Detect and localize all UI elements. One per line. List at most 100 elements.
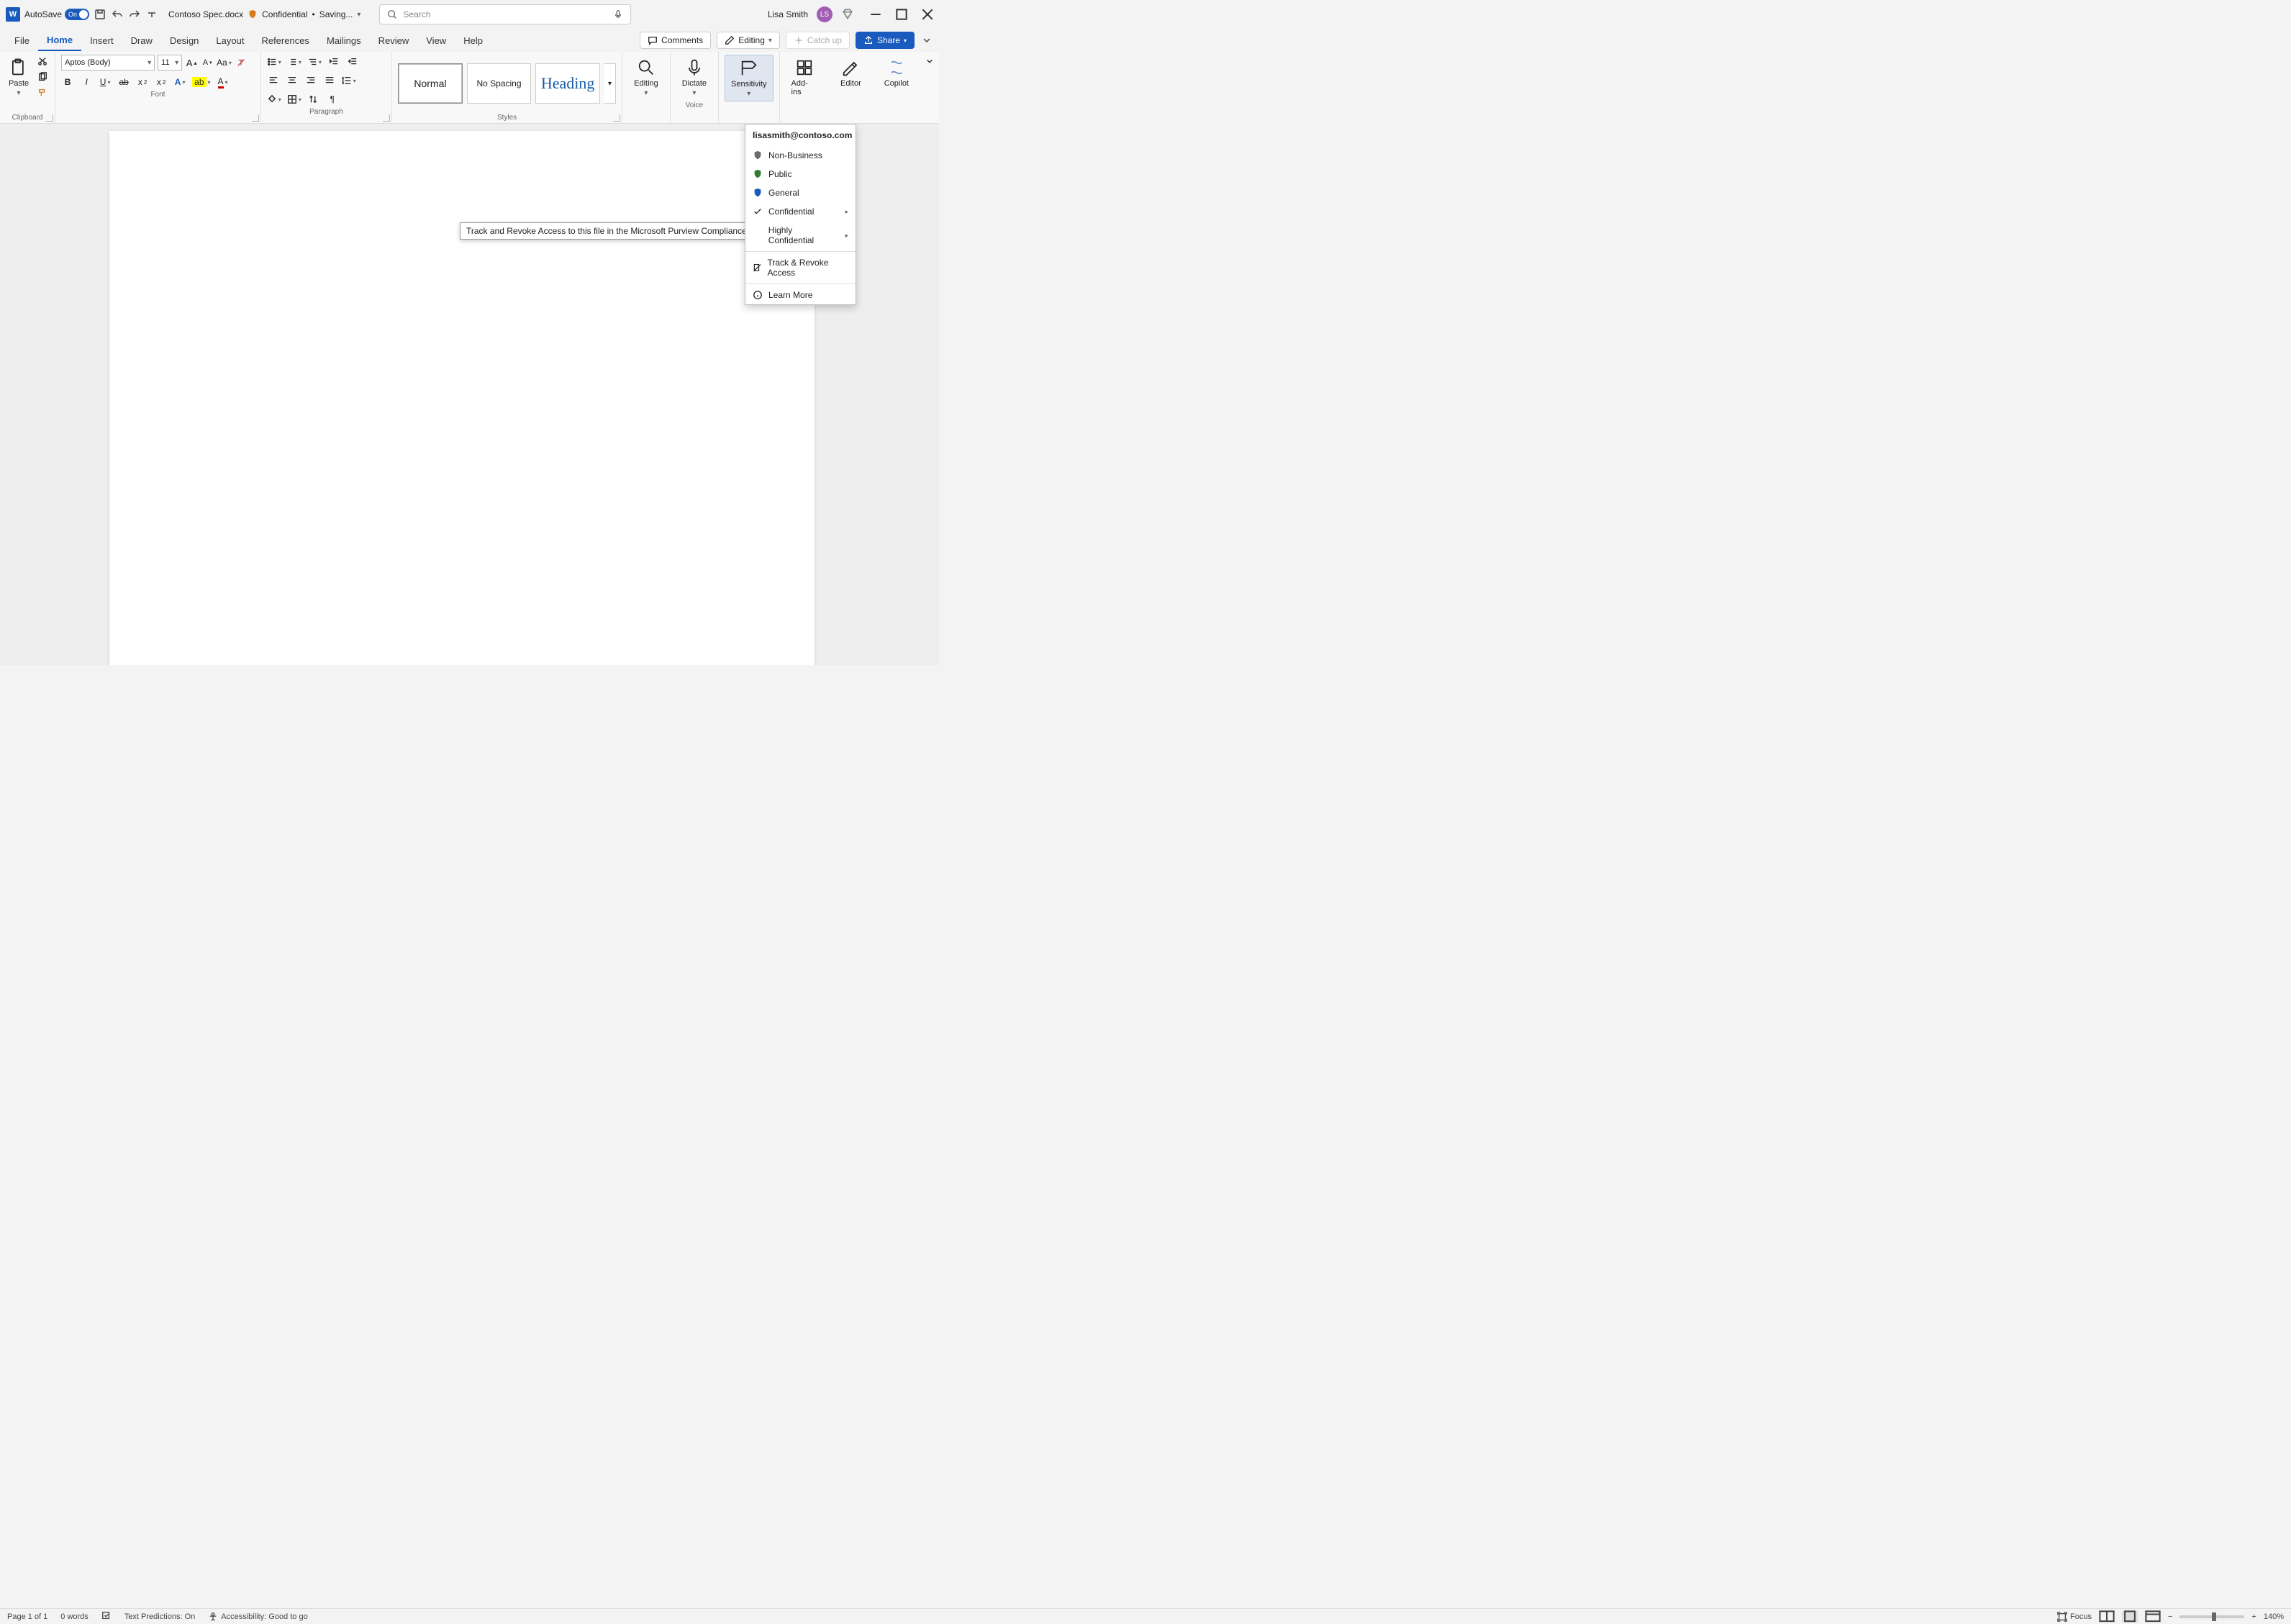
highlight-icon[interactable]: ab▾ [192,75,210,89]
close-button[interactable] [922,9,933,20]
align-left-icon[interactable] [267,73,280,88]
status-spellcheck-icon[interactable] [101,1610,112,1623]
sensitivity-learn-more[interactable]: Learn More [745,286,856,304]
diamond-premium-icon[interactable] [841,8,854,21]
change-case-icon[interactable]: Aa▾ [217,55,232,70]
undo-icon[interactable] [111,8,124,21]
copilot-button[interactable]: Copilot [879,55,915,91]
zoom-thumb[interactable] [2212,1612,2216,1621]
subscript-icon[interactable]: x2 [136,75,149,89]
sensitivity-track-revoke[interactable]: Track & Revoke Access [745,253,856,282]
paste-button[interactable]: Paste ▾ [6,55,32,100]
sensitivity-item-confidential[interactable]: Confidential ▸ [745,202,856,221]
numbering-icon[interactable]: ▾ [287,55,301,69]
status-predictions[interactable]: Text Predictions: On [124,1612,195,1621]
justify-icon[interactable] [323,73,336,88]
ribbon-options-icon[interactable] [920,52,939,123]
align-right-icon[interactable] [304,73,317,88]
zoom-level[interactable]: 140% [2264,1612,2284,1621]
increase-font-icon[interactable]: A▴ [185,55,198,70]
font-color-icon[interactable]: A▾ [217,75,230,89]
italic-icon[interactable]: I [80,75,93,89]
user-avatar[interactable]: LS [817,6,833,22]
ribbon-collapse-icon[interactable] [920,34,933,47]
clear-formatting-icon[interactable] [235,55,248,70]
tab-home[interactable]: Home [38,30,81,51]
chevron-down-icon[interactable]: ▾ [357,11,360,19]
bullets-icon[interactable]: ▾ [267,55,281,69]
dictate-button[interactable]: Dictate ▾ [676,55,712,100]
shading-icon[interactable]: ▾ [267,92,281,106]
save-icon[interactable] [94,8,106,21]
paragraph-launcher[interactable] [383,114,390,122]
decrease-font-icon[interactable]: A▾ [201,55,214,70]
tab-layout[interactable]: Layout [207,31,253,50]
tab-help[interactable]: Help [455,31,491,50]
editor-button[interactable]: Editor [835,55,867,91]
copy-icon[interactable] [36,71,49,83]
microphone-icon[interactable] [613,9,623,19]
line-spacing-icon[interactable]: ▾ [342,73,356,88]
sensitivity-item-non-business[interactable]: Non-Business [745,146,856,165]
zoom-out-icon[interactable]: − [2168,1612,2172,1621]
document-page[interactable] [109,131,815,665]
tab-mailings[interactable]: Mailings [318,31,370,50]
tab-view[interactable]: View [417,31,455,50]
web-layout-icon[interactable] [2145,1611,2161,1623]
sort-icon[interactable] [307,92,320,106]
status-page[interactable]: Page 1 of 1 [7,1612,47,1621]
catch-up-button[interactable]: Catch up [786,32,850,49]
text-effects-icon[interactable]: A▾ [173,75,186,89]
font-launcher[interactable] [252,114,259,122]
focus-mode-button[interactable]: Focus [2057,1612,2092,1622]
autosave-switch[interactable]: On [65,9,89,20]
read-mode-icon[interactable] [2099,1611,2115,1623]
format-painter-icon[interactable] [36,86,49,99]
tab-draw[interactable]: Draw [122,31,161,50]
decrease-indent-icon[interactable] [327,55,340,69]
tab-references[interactable]: References [253,31,317,50]
underline-icon[interactable]: U▾ [99,75,112,89]
tab-design[interactable]: Design [161,31,207,50]
redo-icon[interactable] [128,8,141,21]
sensitivity-item-public[interactable]: Public [745,165,856,183]
clipboard-launcher[interactable] [46,114,53,122]
tab-review[interactable]: Review [370,31,418,50]
addins-button[interactable]: Add-ins [786,55,823,99]
style-no-spacing[interactable]: No Spacing [467,63,532,104]
maximize-button[interactable] [896,9,907,20]
editing-button[interactable]: Editing ▾ [628,55,664,100]
customize-qat-icon[interactable] [145,8,158,21]
search-box[interactable]: Search [379,4,631,24]
share-button[interactable]: Share ▾ [856,32,915,49]
document-title-area[interactable]: Contoso Spec.docx Confidential • Saving.… [168,9,360,19]
zoom-in-icon[interactable]: + [2251,1612,2256,1621]
sensitivity-item-general[interactable]: General [745,183,856,202]
tab-insert[interactable]: Insert [81,31,122,50]
show-hide-icon[interactable]: ¶ [326,92,339,106]
strikethrough-icon[interactable]: ab [117,75,130,89]
comments-button[interactable]: Comments [640,32,711,49]
borders-icon[interactable]: ▾ [287,92,301,106]
status-accessibility[interactable]: Accessibility: Good to go [208,1612,307,1622]
increase-indent-icon[interactable] [346,55,359,69]
sensitivity-button[interactable]: Sensitivity ▾ [725,55,774,101]
sensitivity-item-highly-confidential[interactable]: Highly Confidential ▸ [745,221,856,250]
editing-mode-button[interactable]: Editing ▾ [717,32,780,49]
status-words[interactable]: 0 words [60,1612,89,1621]
align-center-icon[interactable] [286,73,299,88]
tab-file[interactable]: File [6,31,38,50]
font-name-input[interactable]: Aptos (Body)▾ [61,55,155,71]
bold-icon[interactable]: B [61,75,74,89]
user-name[interactable]: Lisa Smith [768,9,808,19]
multilevel-list-icon[interactable]: ▾ [307,55,322,69]
print-layout-icon[interactable] [2122,1611,2138,1623]
superscript-icon[interactable]: x2 [155,75,168,89]
styles-more-icon[interactable]: ▾ [604,63,616,104]
style-normal[interactable]: Normal [398,63,463,104]
style-heading[interactable]: Heading [535,63,600,104]
autosave-toggle[interactable]: AutoSave On [24,9,89,20]
zoom-slider[interactable] [2179,1615,2244,1618]
font-size-input[interactable]: 11▾ [158,55,182,71]
cut-icon[interactable] [36,55,49,68]
